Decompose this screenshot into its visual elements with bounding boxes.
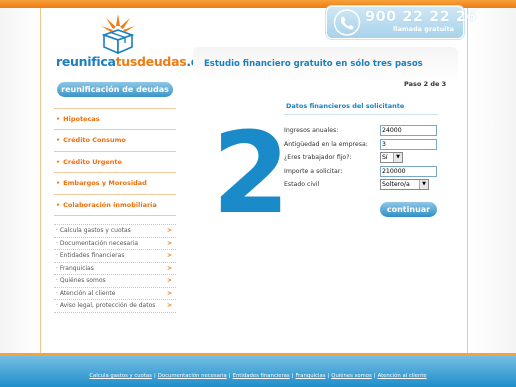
menu-item-label: Franquicias	[59, 264, 94, 272]
phone-icon	[333, 9, 361, 36]
bullet-icon: •	[56, 136, 61, 145]
footer-link-franquicias[interactable]: Franquicias	[295, 373, 325, 379]
arrow-right-icon: >	[166, 277, 172, 284]
menu-item-colaboracion[interactable]: • Colaboración inmobiliaria	[54, 195, 176, 216]
arrow-right-icon: >	[166, 289, 172, 297]
menu-item-label: Colaboración inmobiliaria	[63, 200, 157, 209]
menu-item-franquicias[interactable]: · Franquicias >	[54, 263, 176, 275]
footer-link-quienes[interactable]: Quiénes somos	[331, 373, 371, 379]
menu-item-label: Hipotecas	[63, 115, 100, 123]
arrow-right-icon: >	[166, 302, 172, 309]
estado-label: Estado civil	[284, 181, 320, 188]
menu-item-credito-consumo[interactable]: • Crédito Consumo	[54, 130, 176, 152]
site-logo[interactable]: reunificatusdeudas.com	[56, 12, 219, 72]
logo-box-icon	[101, 14, 135, 54]
continue-button[interactable]: continuar	[380, 202, 437, 217]
menu-item-label: Calcula gastos y cuotas	[59, 227, 131, 234]
menu-item-embargos[interactable]: • Embargos y Morosidad	[54, 173, 176, 195]
estado-select[interactable]: Soltero/a ▼	[380, 179, 429, 190]
menu-item-credito-urgente[interactable]: • Crédito Urgente	[54, 152, 176, 174]
chevron-down-icon: ▼	[393, 153, 402, 162]
step-number: 2	[212, 109, 290, 239]
footer-separator: |	[153, 373, 156, 379]
footer-separator: |	[327, 373, 330, 379]
menu-item-label: Quiénes somos	[59, 277, 106, 284]
secondary-menu: · Calcula gastos y cuotas > · Documentaci…	[54, 224, 176, 313]
footer-link-calcula[interactable]: Calcula gastos y cuotas	[89, 373, 152, 379]
primary-menu: • Hipotecas • Crédito Consumo • Crédito Urg…	[54, 108, 176, 216]
footer-orange-strip	[0, 353, 516, 356]
footer-separator: |	[291, 373, 294, 379]
footer-separator: |	[228, 373, 231, 379]
menu-item-label: Documentación necesaria	[59, 239, 139, 247]
left-margin	[0, 8, 40, 353]
antiguedad-label: Antigüedad en la empresa:	[284, 141, 368, 148]
menu-item-quienes[interactable]: · Quiénes somos >	[54, 275, 176, 288]
page-title: Estudio financiero gratuito en sólo tres…	[204, 59, 423, 69]
right-margin	[468, 8, 516, 353]
menu-item-label: Entidades financieras	[59, 252, 125, 259]
menu-item-label: Atención al cliente	[59, 289, 116, 297]
menu-item-calcula[interactable]: · Calcula gastos y cuotas >	[54, 224, 176, 238]
bullet-icon: •	[56, 157, 61, 166]
step-indicator: Paso 2 de 3	[404, 80, 447, 88]
menu-item-label: Crédito Urgente	[63, 157, 122, 166]
arrow-right-icon: >	[166, 227, 172, 234]
menu-item-entidades[interactable]: · Entidades financieras >	[54, 250, 176, 263]
phone-subtitle: llamada gratuita	[393, 25, 455, 33]
ingresos-label: Ingresos anuales:	[284, 127, 339, 134]
section-title: Datos financieros del solicitante	[286, 102, 405, 110]
bullet-icon: •	[56, 179, 61, 188]
arrow-right-icon: >	[166, 239, 172, 247]
left-frame-line	[40, 8, 41, 353]
chevron-down-icon: ▼	[419, 180, 428, 189]
menu-item-aviso-legal[interactable]: · Aviso legal, protección de datos >	[54, 300, 176, 313]
importe-input[interactable]: 210000	[380, 166, 437, 177]
section-divider	[284, 114, 438, 115]
bullet-icon: •	[56, 115, 61, 123]
main-content: Estudio financiero gratuito en sólo tres…	[190, 47, 460, 347]
menu-item-label: Crédito Consumo	[63, 136, 126, 145]
trabajador-select[interactable]: Sí ▼	[380, 152, 403, 163]
menu-item-atencion[interactable]: · Atención al cliente >	[54, 288, 176, 300]
footer-separator: |	[373, 373, 376, 379]
reunificacion-button[interactable]: reunificación de deudas	[57, 82, 173, 97]
arrow-right-icon: >	[166, 264, 172, 272]
ingresos-input[interactable]: 24000	[380, 125, 437, 136]
antiguedad-input[interactable]: 3	[380, 139, 437, 150]
footer-link-atencion[interactable]: Atención al cliente	[378, 373, 427, 379]
footer-links: Calcula gastos y cuotas | Documentación ne…	[0, 373, 516, 379]
menu-item-label: Aviso legal, protección de datos	[59, 302, 156, 309]
footer-link-documentacion[interactable]: Documentación necesaria	[158, 373, 227, 379]
trabajador-label: ¿Eres trabajador fijo?:	[284, 154, 352, 161]
arrow-right-icon: >	[166, 252, 172, 259]
footer-link-entidades[interactable]: Entidades financieras	[233, 373, 290, 379]
logo-text-part2: tusdeudas	[115, 54, 187, 69]
footer-band	[0, 353, 516, 387]
menu-item-label: Embargos y Morosidad	[63, 179, 147, 188]
bullet-icon: •	[56, 200, 61, 209]
logo-text-part1: reunifica	[56, 54, 116, 69]
phone-badge: 900 22 22 26 llamada gratuita	[326, 6, 476, 39]
estado-value: Soltero/a	[382, 181, 410, 188]
phone-number: 900 22 22 26	[365, 9, 477, 25]
menu-item-documentacion[interactable]: · Documentación necesaria >	[54, 238, 176, 250]
menu-item-hipotecas[interactable]: • Hipotecas	[54, 108, 176, 131]
importe-label: Importe a solicitar:	[284, 168, 343, 175]
trabajador-value: Sí	[382, 154, 388, 161]
right-frame-line	[467, 8, 468, 353]
